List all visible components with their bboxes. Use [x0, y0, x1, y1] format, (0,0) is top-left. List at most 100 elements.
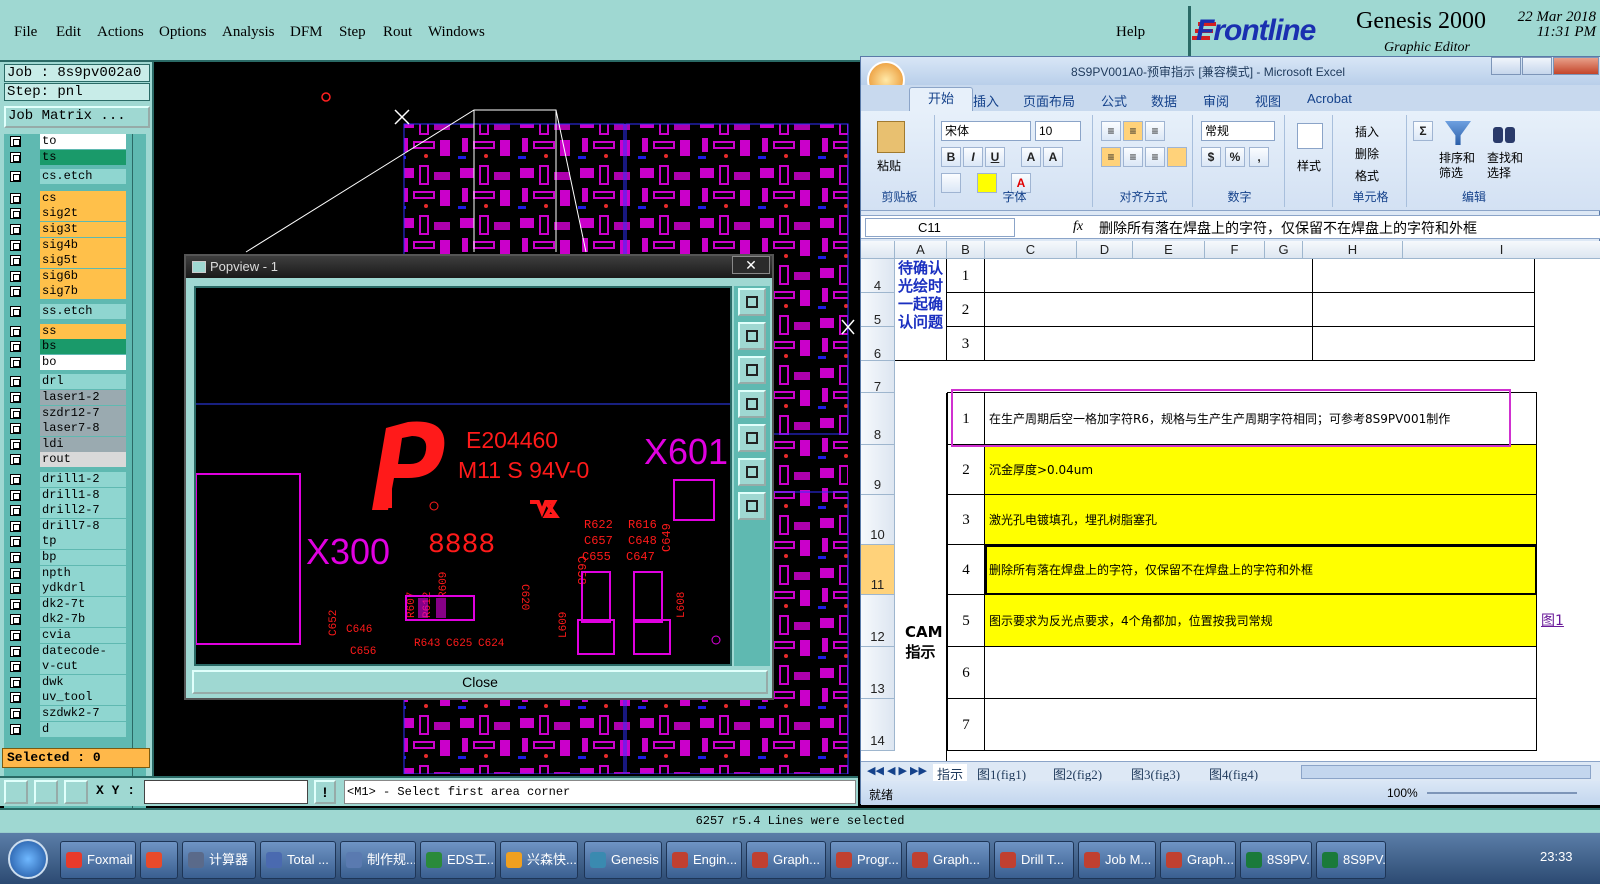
pv-fit-button[interactable] — [738, 288, 766, 316]
layer-name[interactable]: ss — [40, 323, 126, 339]
layer-row[interactable]: cs.etch — [4, 169, 128, 185]
row-header[interactable]: 11 — [861, 545, 895, 595]
instruction-number-cell[interactable]: 4 — [947, 545, 985, 595]
layer-checkbox[interactable] — [10, 552, 21, 563]
styles-icon[interactable] — [1297, 123, 1323, 149]
layer-checkbox[interactable] — [10, 376, 21, 388]
column-header[interactable]: H — [1303, 241, 1403, 259]
tab-formulas[interactable]: 公式 — [1101, 91, 1127, 110]
layer-row[interactable]: sig6b — [4, 268, 128, 284]
layer-name[interactable]: cs — [40, 190, 126, 206]
layer-row[interactable]: bo — [4, 354, 128, 370]
minimize-icon[interactable] — [1491, 57, 1521, 75]
layer-row[interactable]: datecode-pte — [4, 643, 128, 673]
menu-rout[interactable]: Rout — [383, 24, 412, 41]
layer-row[interactable]: sig3t — [4, 222, 128, 237]
layer-name[interactable]: drill7-8 — [40, 518, 126, 534]
tab-insert[interactable]: 插入 — [973, 91, 999, 110]
layer-checkbox[interactable] — [10, 423, 21, 435]
column-header[interactable]: D — [1077, 241, 1133, 259]
comma-icon[interactable]: , — [1249, 147, 1269, 167]
instruction-text-cell[interactable]: 沉金厚度>0.04um — [985, 445, 1537, 495]
column-header[interactable]: I — [1403, 241, 1600, 259]
layer-row[interactable]: bs — [4, 339, 128, 355]
tab-home[interactable]: 开始 — [909, 87, 973, 111]
layer-name[interactable]: sig7b — [40, 284, 126, 300]
layer-checkbox[interactable] — [10, 325, 21, 337]
fx-icon[interactable]: fx — [1073, 219, 1083, 235]
taskbar-item[interactable]: Graph... — [906, 841, 990, 879]
layer-name[interactable]: ss.etch — [40, 304, 126, 319]
instruction-number-cell[interactable]: 3 — [947, 495, 985, 545]
layer-row[interactable]: sig7b — [4, 284, 128, 300]
sort-filter-button[interactable]: 排序和 筛选 — [1439, 151, 1475, 181]
layer-row[interactable]: ss — [4, 323, 128, 339]
layer-row[interactable]: ss.etch — [4, 304, 128, 319]
menu-step[interactable]: Step — [339, 24, 366, 41]
align-left-icon[interactable]: ≡ — [1101, 147, 1121, 167]
taskbar-item[interactable]: 兴森快... — [500, 841, 578, 879]
layer-checkbox[interactable] — [10, 151, 21, 163]
taskbar-item[interactable]: 8S9PV... — [1316, 841, 1386, 879]
layer-row[interactable]: cvia — [4, 628, 128, 643]
layer-name[interactable]: sig2t — [40, 206, 126, 222]
instruction-text-cell[interactable]: 图示要求为反光点要求，4个角都加，位置按我司常规 — [985, 595, 1537, 647]
layer-checkbox[interactable] — [10, 692, 21, 704]
currency-icon[interactable]: $ — [1201, 147, 1221, 167]
row-header[interactable]: 8 — [861, 393, 895, 445]
layer-row[interactable]: bp — [4, 550, 128, 565]
row-header[interactable]: 13 — [861, 647, 895, 699]
row-header[interactable]: 12 — [861, 595, 895, 647]
instruction-number-cell[interactable]: 7 — [947, 699, 985, 751]
layer-name[interactable]: laser7-8 — [40, 421, 126, 437]
pv-zoom-in-button[interactable] — [738, 458, 766, 486]
layer-name[interactable]: ts — [40, 149, 126, 165]
maximize-icon[interactable] — [1522, 57, 1552, 75]
styles-button[interactable]: 样式 — [1297, 157, 1321, 174]
menu-edit[interactable]: Edit — [56, 24, 81, 41]
layer-name[interactable]: d — [40, 721, 126, 737]
layer-name[interactable]: bo — [40, 354, 126, 370]
layer-name[interactable]: drill1-8 — [40, 487, 126, 503]
taskbar-item[interactable]: Total ... — [260, 841, 336, 879]
bold-icon[interactable]: B — [941, 147, 961, 167]
layer-row[interactable]: ydkdrl — [4, 581, 128, 597]
row-header[interactable]: 6 — [861, 327, 895, 361]
row-header[interactable]: 9 — [861, 445, 895, 495]
taskbar-item[interactable]: EDS工... — [420, 841, 496, 879]
layer-name[interactable]: v-cut — [40, 659, 126, 675]
layer-name[interactable]: drill2-7 — [40, 503, 126, 519]
layer-checkbox[interactable] — [10, 630, 21, 641]
layer-row[interactable]: laser1-2 — [4, 390, 128, 405]
layer-checkbox[interactable] — [10, 614, 21, 626]
layer-row[interactable]: v-cut — [4, 659, 128, 675]
layer-checkbox[interactable] — [10, 454, 21, 466]
layer-checkbox[interactable] — [10, 505, 21, 517]
popview-close-button[interactable]: Close — [192, 670, 768, 694]
menu-help[interactable]: Help — [1116, 24, 1145, 41]
close-icon[interactable]: ✕ — [732, 256, 770, 274]
layer-checkbox[interactable] — [10, 567, 21, 579]
grid-icon[interactable] — [64, 780, 88, 804]
layer-checkbox[interactable] — [10, 239, 21, 251]
layer-name[interactable]: dwk — [40, 674, 126, 690]
pv-zoom-out-button[interactable] — [738, 492, 766, 520]
xy-input[interactable] — [144, 780, 308, 804]
layer-name[interactable]: bp — [40, 550, 126, 565]
angle-icon[interactable] — [34, 780, 58, 804]
measure-icon[interactable] — [4, 780, 28, 804]
taskbar-item[interactable]: 8S9PV... — [1240, 841, 1312, 879]
layer-row[interactable]: d — [4, 721, 128, 737]
confirm-text-cell[interactable] — [985, 259, 1313, 293]
column-header[interactable]: A — [895, 241, 947, 259]
layer-row[interactable]: cs — [4, 190, 128, 206]
taskbar-item[interactable]: 计算器 — [182, 841, 256, 879]
sort-filter-icon[interactable] — [1445, 121, 1471, 145]
taskbar-item[interactable]: Genesis — [584, 841, 662, 879]
layer-name[interactable]: tp — [40, 534, 126, 550]
layer-checkbox[interactable] — [10, 723, 21, 735]
sheet-nav-arrows[interactable]: ◀◀ ◀ ▶ ▶▶ — [867, 764, 927, 777]
merge-icon[interactable] — [1167, 147, 1187, 167]
layer-checkbox[interactable] — [10, 208, 21, 220]
column-header[interactable]: B — [947, 241, 985, 259]
